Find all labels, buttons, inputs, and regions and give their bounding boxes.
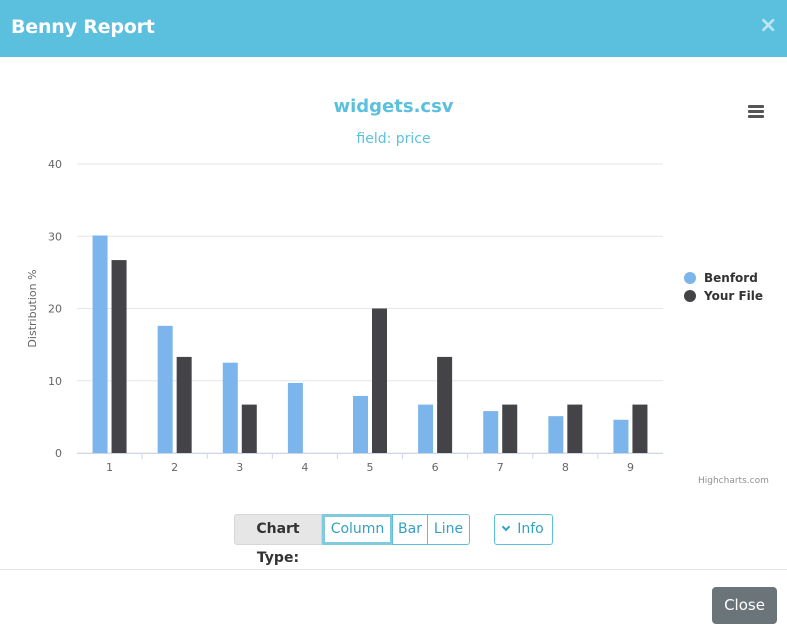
chart-type-line-button[interactable]: Line xyxy=(427,514,470,545)
x-tick-label: 1 xyxy=(106,461,113,474)
chart-title: widgets.csv xyxy=(333,96,454,117)
x-tick-label: 3 xyxy=(236,461,243,474)
bar-benford-4 xyxy=(287,382,303,453)
y-tick-label: 0 xyxy=(55,447,62,460)
modal-footer-divider xyxy=(0,569,787,570)
legend-dot-benford xyxy=(684,272,696,284)
chart-type-label: Chart Type: xyxy=(234,514,322,566)
x-tick-label: 9 xyxy=(627,461,634,474)
close-button[interactable]: Close xyxy=(712,587,777,624)
modal-title: Benny Report xyxy=(11,16,155,38)
legend-item-your-file[interactable]: Your File xyxy=(684,288,763,306)
legend-dot-your-file xyxy=(684,290,696,302)
info-button-label: Info xyxy=(517,521,544,537)
legend-label-your-file: Your File xyxy=(704,289,764,303)
bar-benford-7 xyxy=(483,411,499,453)
legend-label-benford: Benford xyxy=(704,271,758,285)
bar-your-file-8 xyxy=(567,404,583,453)
modal-header: Benny Report × xyxy=(0,0,787,57)
highcharts-credits[interactable]: Highcharts.com xyxy=(698,476,769,486)
y-tick-label: 20 xyxy=(48,303,62,316)
chart-legend: Benford Your File xyxy=(684,270,763,306)
bar-your-file-3 xyxy=(241,404,257,453)
bar-benford-9 xyxy=(613,419,629,453)
bar-your-file-2 xyxy=(176,356,192,453)
bar-benford-6 xyxy=(418,404,434,453)
x-tick-label: 4 xyxy=(301,461,308,474)
bar-your-file-5 xyxy=(372,308,387,453)
y-tick-label: 30 xyxy=(48,230,62,243)
x-tick-label: 7 xyxy=(497,461,504,474)
legend-item-benford[interactable]: Benford xyxy=(684,270,763,288)
bar-benford-1 xyxy=(92,235,108,453)
chart-type-column-button[interactable]: Column xyxy=(322,514,393,545)
bar-your-file-6 xyxy=(437,356,453,453)
y-tick-label: 10 xyxy=(48,375,62,388)
chart-subtitle: field: price xyxy=(356,131,431,147)
benny-report-modal: Benny Report × 0 10 20 30 40 Distribution % 1 2… xyxy=(0,0,787,635)
chart-type-bar-button[interactable]: Bar xyxy=(392,514,428,545)
bar-your-file-7 xyxy=(502,404,518,453)
x-tick-label: 8 xyxy=(562,461,569,474)
x-tick-label: 5 xyxy=(367,461,374,474)
chart-plot: 0 10 20 30 40 Distribution % 1 2 3 4 5 6 7 8 9 xyxy=(26,158,663,474)
bar-benford-8 xyxy=(548,416,564,453)
bar-benford-5 xyxy=(353,395,368,453)
chart-type-controls: Chart Type: Column Bar Line Info xyxy=(0,514,787,566)
y-tick-label: 40 xyxy=(48,158,62,171)
bar-benford-3 xyxy=(222,362,238,453)
bar-benford-2 xyxy=(157,325,173,453)
info-button[interactable]: Info xyxy=(494,514,553,545)
x-tick-label: 2 xyxy=(171,461,178,474)
bar-your-file-9 xyxy=(632,404,648,453)
y-axis-title: Distribution % xyxy=(26,269,39,347)
bar-your-file-1 xyxy=(111,260,127,453)
close-icon[interactable]: × xyxy=(759,14,777,38)
chevron-down-icon xyxy=(502,522,511,532)
x-tick-label: 6 xyxy=(432,461,439,474)
chart-menu-icon[interactable] xyxy=(745,102,767,122)
chart-container: 0 10 20 30 40 Distribution % 1 2 3 4 5 6 7 8 9 widgets… xyxy=(0,57,787,497)
